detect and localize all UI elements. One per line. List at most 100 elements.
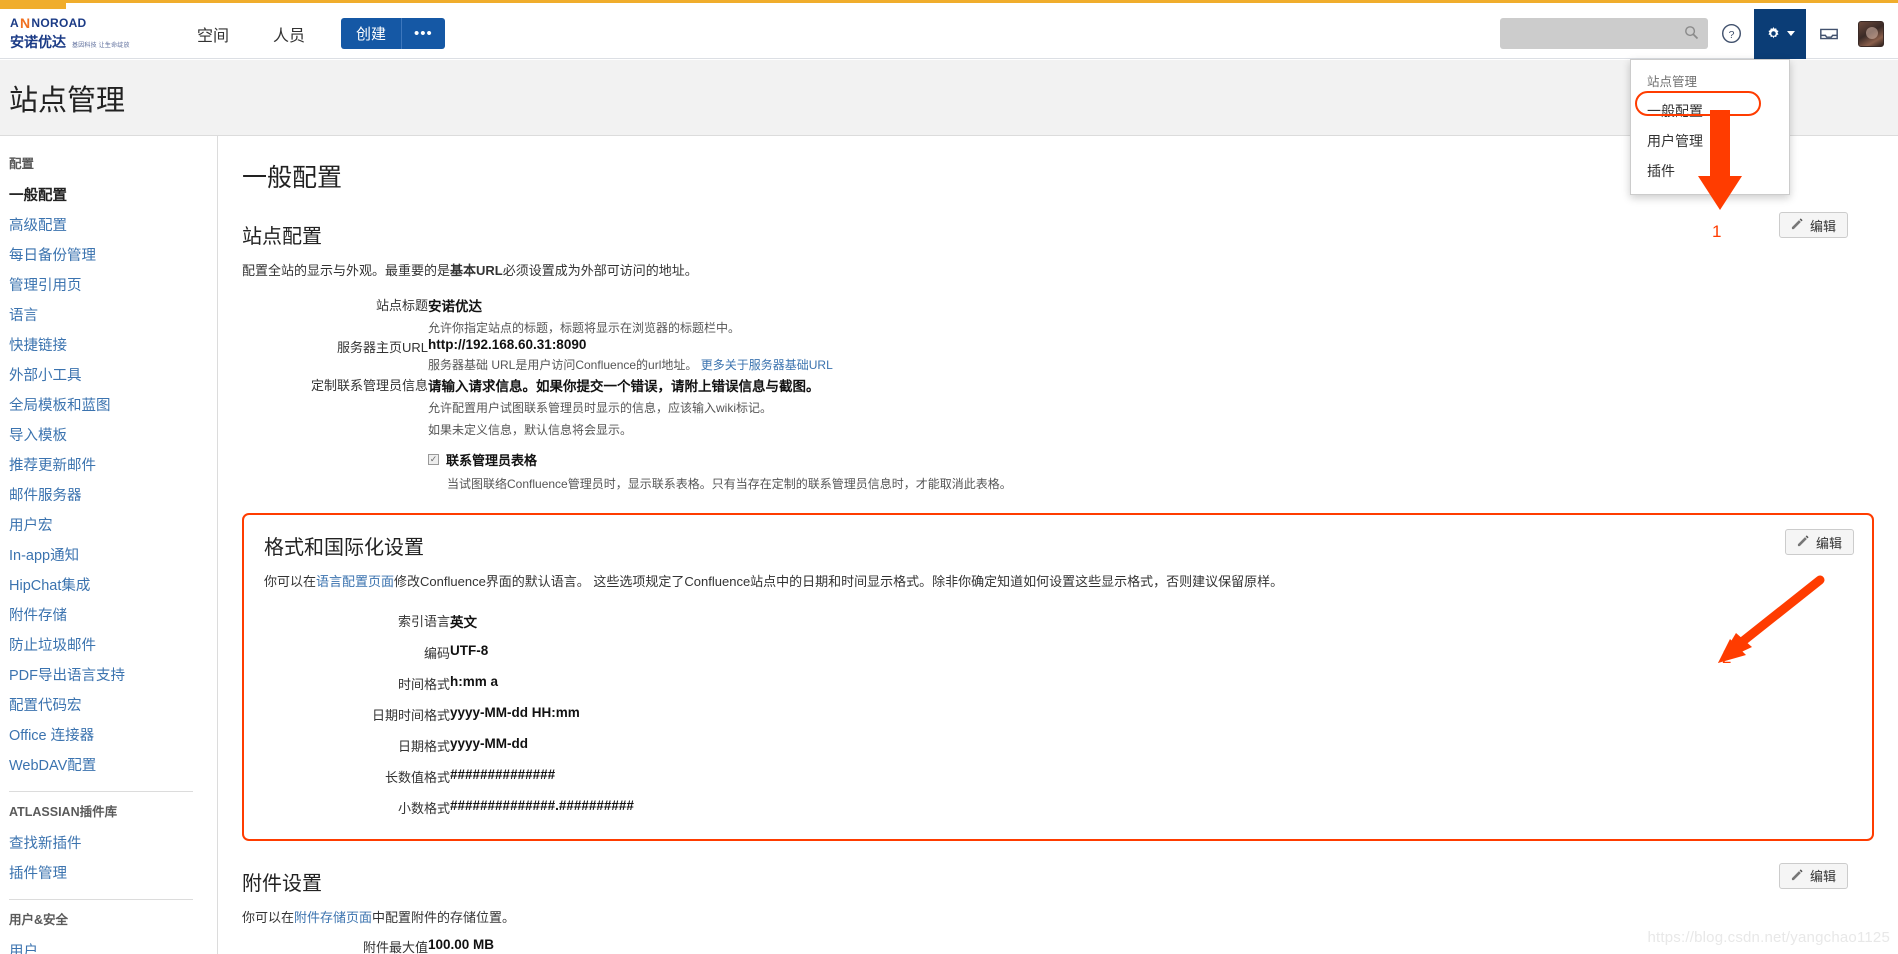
sidebar-item-mail-servers[interactable]: 邮件服务器 [9, 481, 217, 511]
sidebar-item-recommended-updates[interactable]: 推荐更新邮件 [9, 451, 217, 481]
more-button[interactable]: ••• [401, 18, 445, 49]
table-row: 附件最大值 100.00 MB [242, 937, 1874, 954]
field-value-max-attachment-size: 100.00 MB [428, 937, 495, 953]
sidebar-item-configure-code-macro[interactable]: 配置代码宏 [9, 691, 217, 721]
edit-site-config-label: 编辑 [1809, 218, 1836, 234]
sidebar-item-external-gadgets[interactable]: 外部小工具 [9, 361, 217, 391]
search-box[interactable] [1500, 18, 1708, 49]
sidebar-item-general-config[interactable]: 一般配置 [9, 181, 217, 211]
dropdown-item-plugins[interactable]: 插件 [1631, 156, 1789, 186]
checkbox-icon[interactable]: ✓ [428, 453, 439, 465]
table-row: 小数格式 ##############.########## [264, 786, 1852, 817]
sidebar-item-languages[interactable]: 语言 [9, 301, 217, 331]
dropdown-item-user-management[interactable]: 用户管理 [1631, 126, 1789, 156]
table-row: 定制联系管理员信息 请输入请求信息。如果你提交一个错误，请附上错误信息与截图。 … [242, 375, 1874, 494]
field-hint-base-url-text: 服务器基础 URL是用户访问Confluence的url地址。 [428, 358, 698, 373]
contact-form-checkbox-row[interactable]: ✓ 联系管理员表格 [428, 450, 1874, 469]
table-row: 索引语言 英文 [264, 602, 1852, 631]
sidebar-item-hipchat[interactable]: HipChat集成 [9, 571, 217, 601]
logo-en-a: A [10, 16, 19, 30]
field-hint-base-url: 服务器基础 URL是用户访问Confluence的url地址。 更多关于服务器基… [428, 356, 1874, 375]
i18n-config-description: 你可以在语言配置页面修改Confluence界面的默认语言。 这些选项规定了Co… [264, 572, 1852, 592]
table-row: 服务器主页URL http://192.168.60.31:8090 服务器基础… [242, 337, 1874, 375]
field-label-date-format: 日期格式 [397, 738, 450, 754]
sidebar-group-title-config: 配置 [9, 157, 35, 171]
field-value-site-title-cell: 安诺优达 允许你指定站点的标题，标题将显示在浏览器的标题栏中。 [428, 295, 1874, 338]
site-config-fields: 站点标题 安诺优达 允许你指定站点的标题，标题将显示在浏览器的标题栏中。 服务器… [242, 295, 1874, 494]
i18n-config-fields: 索引语言 英文 编码 UTF-8 时间格式 h:mm a 日期时间格式 yyyy… [264, 602, 1852, 817]
sidebar-item-spam-prevention[interactable]: 防止垃圾邮件 [9, 631, 217, 661]
watermark: https://blog.csdn.net/yangchao1125 [1647, 929, 1890, 946]
attachment-config-heading: 附件设置 [242, 872, 322, 895]
brand-logo[interactable]: A N NOROAD 安诺优达 基因科技 让生命绽放 [10, 15, 145, 52]
table-row: 编码 UTF-8 [264, 631, 1852, 662]
avatar[interactable] [1858, 20, 1884, 47]
checkbox-label-contact-form: 联系管理员表格 [446, 452, 538, 468]
field-label-contact-admin: 定制联系管理员信息 [310, 377, 428, 393]
gear-icon[interactable] [1754, 8, 1806, 59]
sidebar-item-user-macros[interactable]: 用户宏 [9, 511, 217, 541]
section-attachment-config: 编辑 附件设置 你可以在附件存储页面中配置附件的存储位置。 附件最大值 100.… [242, 862, 1874, 954]
sidebar-item-find-new-addons[interactable]: 查找新插件 [9, 829, 217, 859]
sidebar-item-pdf-export-language[interactable]: PDF导出语言支持 [9, 661, 217, 691]
edit-attachment-config-button[interactable]: 编辑 [1778, 862, 1848, 889]
edit-site-config-button[interactable]: 编辑 [1778, 212, 1848, 238]
nav-item-people[interactable]: 人员 [251, 9, 327, 59]
sidebar-item-office-connector[interactable]: Office 连接器 [9, 721, 217, 751]
sidebar-group-title-marketplace: ATLASSIAN插件库 [9, 805, 118, 819]
field-value-base-url-cell: http://192.168.60.31:8090 服务器基础 URL是用户访问… [428, 337, 1874, 375]
nav-item-spaces[interactable]: 空间 [175, 9, 251, 59]
i18n-config-heading: 格式和国际化设置 [264, 537, 424, 560]
edit-i18n-config-button[interactable]: 编辑 [1784, 529, 1854, 556]
field-label-site-title: 站点标题 [375, 297, 428, 313]
field-value-datetime-format: yyyy-MM-dd HH:mm [450, 704, 580, 720]
sidebar-item-global-templates[interactable]: 全局模板和蓝图 [9, 391, 217, 421]
field-hint-site-title: 允许你指定站点的标题，标题将显示在浏览器的标题栏中。 [428, 320, 741, 335]
section-site-config: 编辑 站点配置 配置全站的显示与外观。最重要的是基本URL必须设置成为外部可访问… [242, 212, 1874, 494]
sidebar-item-users[interactable]: 用户 [9, 937, 217, 954]
sidebar-item-webdav-config[interactable]: WebDAV配置 [9, 751, 217, 781]
sidebar-item-shortcut-links[interactable]: 快捷链接 [9, 331, 217, 361]
chevron-down-icon [1787, 31, 1795, 36]
logo-chinese-row: 安诺优达 基因科技 让生命绽放 [10, 32, 145, 52]
field-label-long-number-format: 长数值格式 [384, 769, 450, 785]
i18n-desc-post: 修改Confluence界面的默认语言。 这些选项规定了Confluence站点… [394, 574, 1284, 590]
help-icon[interactable]: ? [1708, 9, 1754, 59]
sidebar-item-advanced-config[interactable]: 高级配置 [9, 211, 217, 241]
attachment-config-fields: 附件最大值 100.00 MB [242, 937, 1874, 954]
sidebar-item-in-app-notifications[interactable]: In-app通知 [9, 541, 217, 571]
field-value-date-format: yyyy-MM-dd [450, 735, 529, 751]
sidebar-item-import-templates[interactable]: 导入模板 [9, 421, 217, 451]
sidebar-item-daily-backup[interactable]: 每日备份管理 [9, 241, 217, 271]
sidebar-item-manage-referrers[interactable]: 管理引用页 [9, 271, 217, 301]
sidebar-item-attachment-storage[interactable]: 附件存储 [9, 601, 217, 631]
field-value-long-number-format: ############## [450, 766, 556, 782]
field-value-encoding: UTF-8 [450, 642, 489, 658]
search-input[interactable] [1500, 18, 1708, 49]
logo-chinese: 安诺优达 [10, 34, 66, 50]
app-header: ANNOROAD 安诺优达 基因科技 让生命绽放 空间 人员 创建 ••• [0, 8, 1898, 59]
link-language-config-page[interactable]: 语言配置页面 [316, 574, 394, 589]
field-label-datetime-format: 日期时间格式 [371, 707, 450, 723]
admin-sidebar: 配置 一般配置 高级配置 每日备份管理 管理引用页 语言 快捷链接 外部小工具 … [0, 136, 218, 954]
sidebar-divider-2 [9, 899, 193, 900]
site-config-desc-pre: 配置全站的显示与外观。最重要的是 [242, 263, 451, 278]
table-row: 时间格式 h:mm a [264, 662, 1852, 693]
main-content: 一般配置 编辑 站点配置 配置全站的显示与外观。最重要的是基本URL必须设置成为… [218, 136, 1898, 954]
field-label-encoding: 编码 [423, 645, 450, 661]
app-root: ANNOROAD 安诺优达 基因科技 让生命绽放 空间 人员 创建 ••• [0, 0, 1898, 954]
sidebar-item-manage-addons[interactable]: 插件管理 [9, 859, 217, 889]
site-config-desc-bold: 基本URL [450, 263, 503, 278]
create-button[interactable]: 创建 [341, 18, 402, 49]
link-attachment-storage-page[interactable]: 附件存储页面 [294, 910, 372, 925]
page-body: 配置 一般配置 高级配置 每日备份管理 管理引用页 语言 快捷链接 外部小工具 … [0, 136, 1898, 954]
link-more-about-base-url[interactable]: 更多关于服务器基础URL [701, 358, 833, 372]
inbox-icon[interactable] [1806, 9, 1852, 59]
admin-dropdown-menu: 站点管理 一般配置 用户管理 插件 [1630, 59, 1790, 195]
primary-nav: 空间 人员 创建 ••• [175, 9, 445, 59]
field-value-index-language: 英文 [450, 614, 477, 630]
section-i18n-config: 编辑 格式和国际化设置 你可以在语言配置页面修改Confluence界面的默认语… [242, 513, 1874, 841]
dropdown-item-general-config[interactable]: 一般配置 [1631, 96, 1789, 126]
header-actions: ? [1500, 8, 1898, 59]
sidebar-divider-1 [9, 791, 193, 792]
